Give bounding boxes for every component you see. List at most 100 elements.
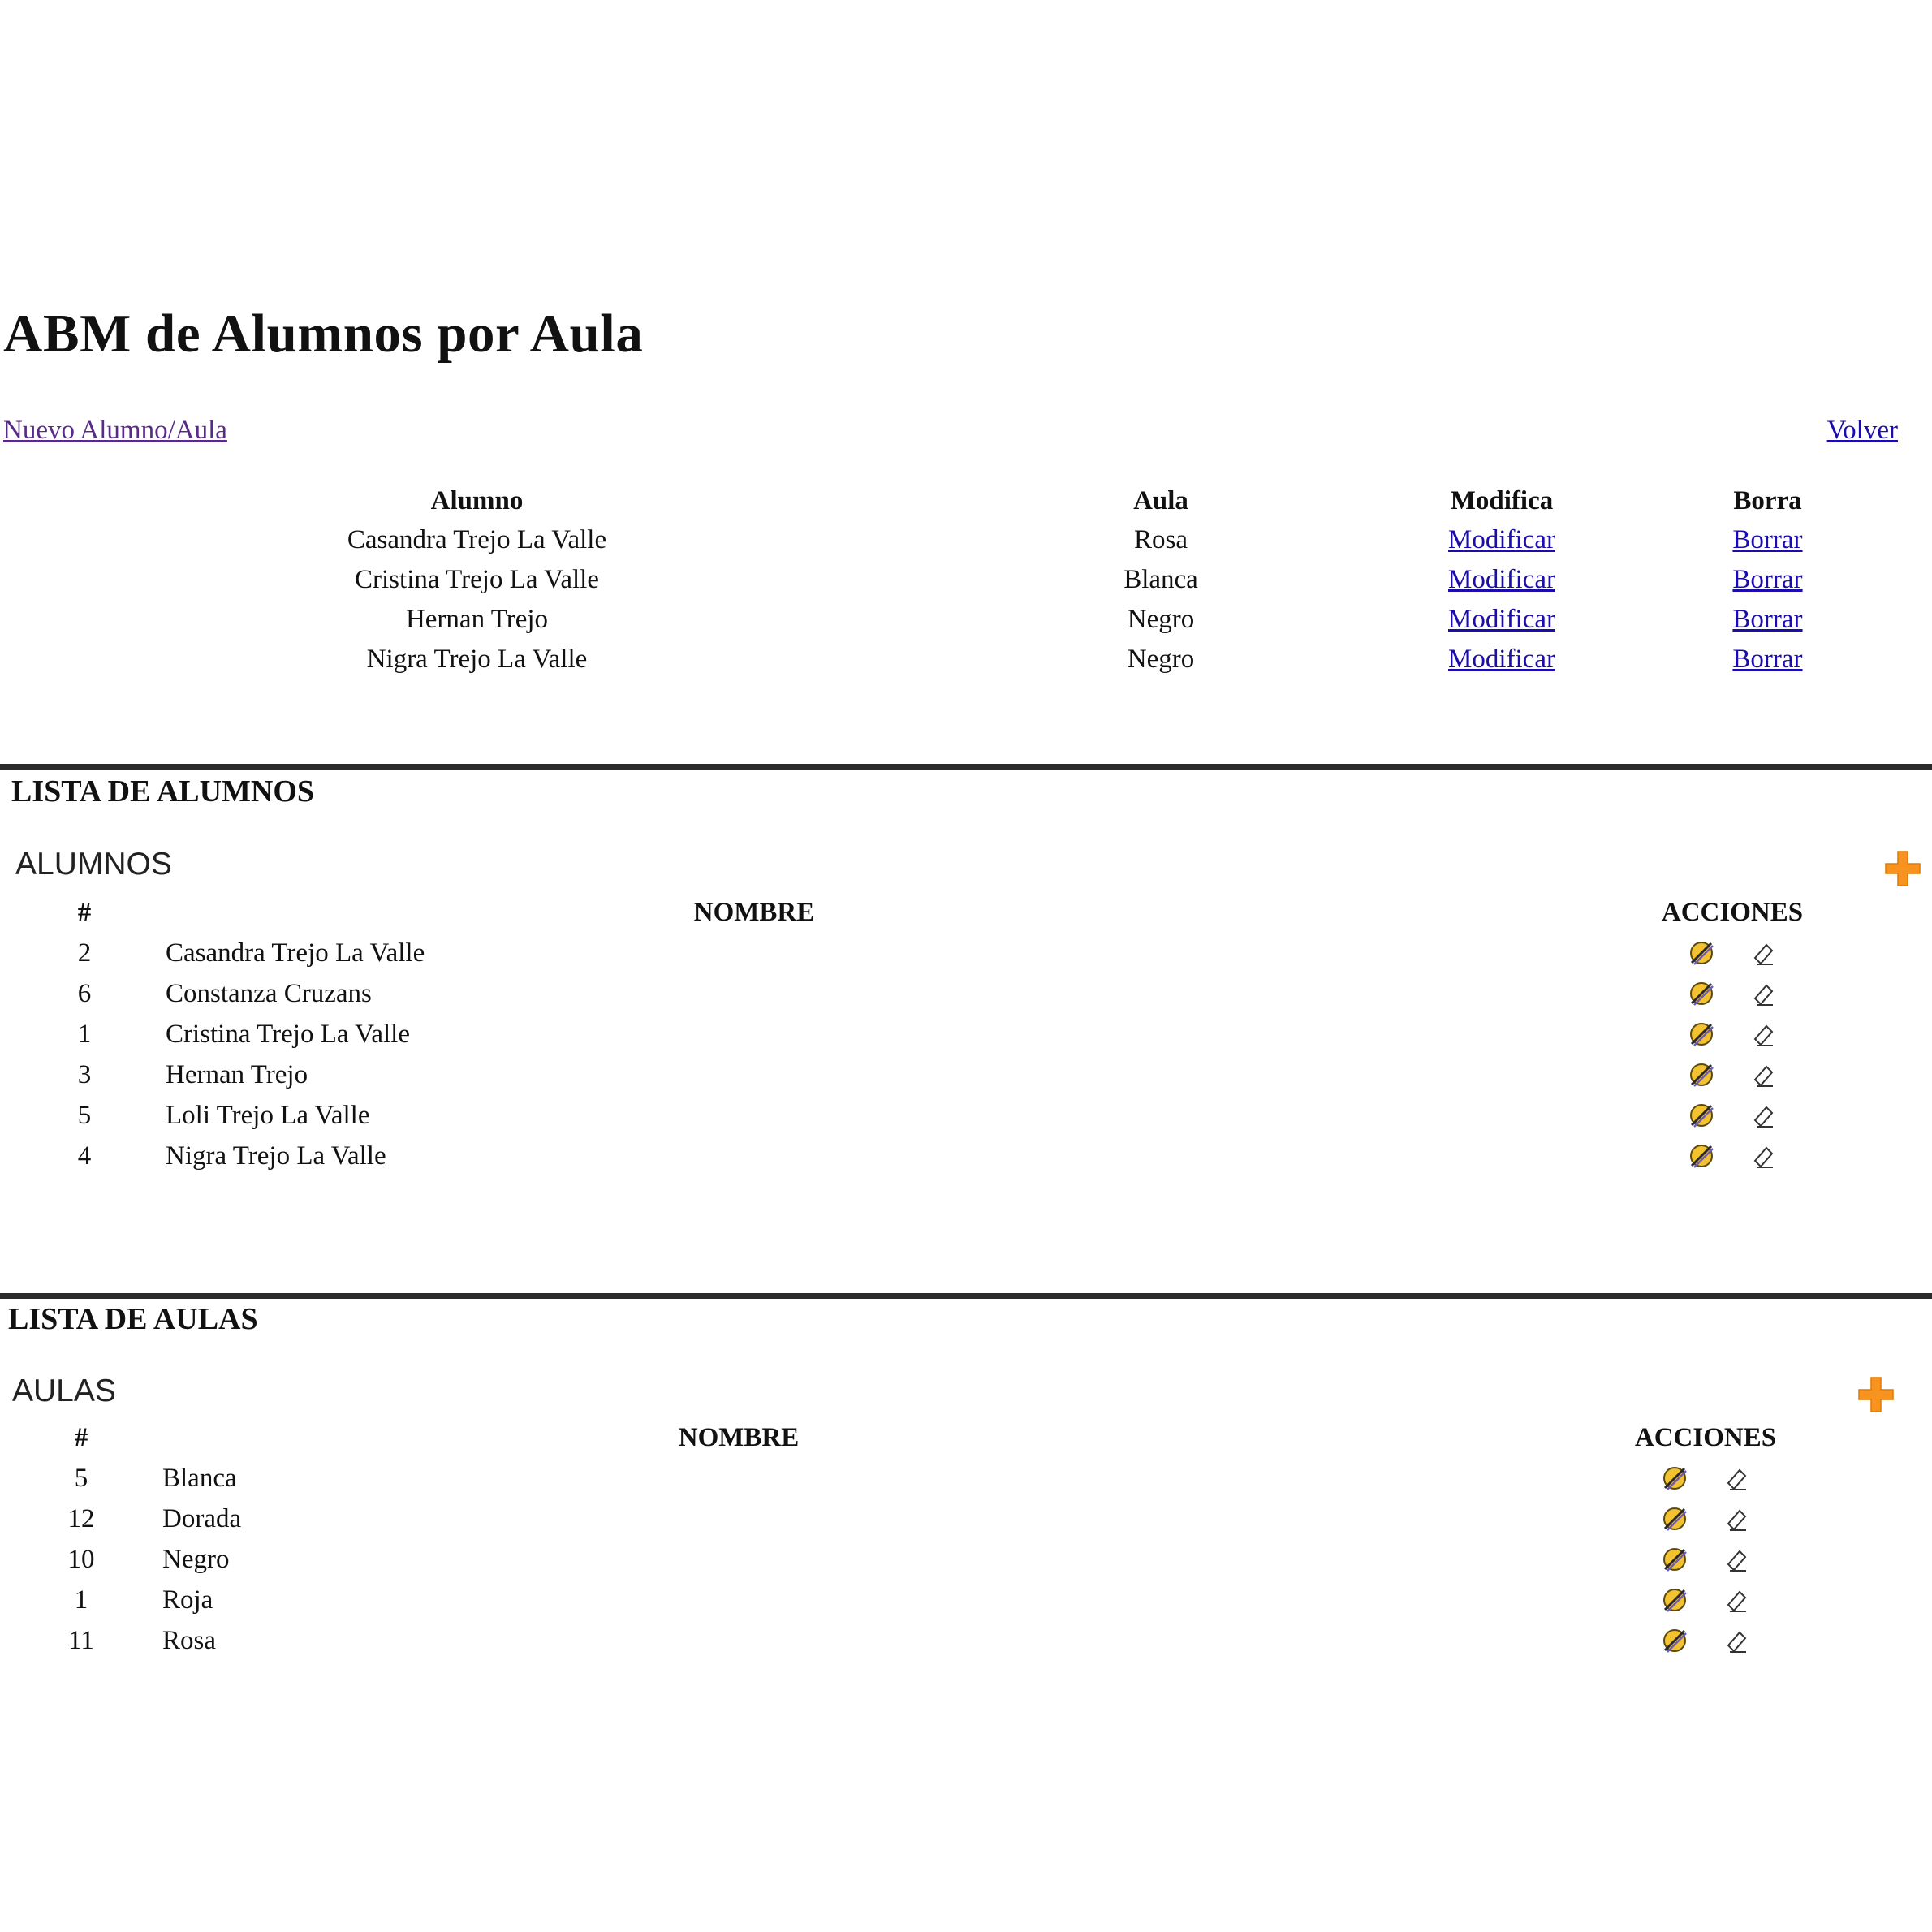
table-row: 12 Dorada: [24, 1499, 1812, 1539]
table-row: 5 Blanca: [24, 1458, 1812, 1499]
aula-cell: Blanca: [1123, 565, 1198, 594]
row-index: 11: [68, 1625, 94, 1655]
classrooms-panel-title: AULAS: [12, 1374, 116, 1408]
header-index: #: [74, 1422, 88, 1452]
students-header-row: # NOMBRE ACCIONES: [28, 892, 1838, 933]
alumno-cell: Cristina Trejo La Valle: [355, 565, 599, 594]
edit-button[interactable]: [1685, 937, 1718, 969]
eraser-icon: [1747, 1140, 1779, 1172]
row-index: 10: [67, 1544, 95, 1574]
edit-button[interactable]: [1685, 1018, 1718, 1050]
header-alumno: Alumno: [430, 485, 524, 515]
delete-button[interactable]: [1720, 1543, 1753, 1576]
row-index: 1: [74, 1585, 88, 1615]
eraser-icon: [1747, 1059, 1779, 1091]
delete-button[interactable]: [1720, 1503, 1753, 1535]
row-actions: [1599, 1539, 1812, 1580]
edit-button[interactable]: [1658, 1543, 1691, 1576]
modify-link[interactable]: Modificar: [1448, 525, 1555, 554]
edit-button[interactable]: [1685, 1140, 1718, 1172]
row-name: Rosa: [162, 1625, 216, 1655]
delete-link[interactable]: Borrar: [1732, 645, 1802, 674]
new-student-classroom-link[interactable]: Nuevo Alumno/Aula: [3, 416, 227, 446]
page-title: ABM de Alumnos por Aula: [3, 304, 644, 364]
edit-pencil-icon: [1658, 1503, 1691, 1535]
header-borra: Borra: [1733, 485, 1802, 515]
classrooms-header-row: # NOMBRE ACCIONES: [24, 1417, 1812, 1458]
delete-button[interactable]: [1747, 977, 1779, 1010]
alumno-cell: Casandra Trejo La Valle: [347, 525, 607, 554]
row-name: Casandra Trejo La Valle: [166, 938, 425, 968]
header-actions: ACCIONES: [1661, 897, 1804, 927]
edit-button[interactable]: [1685, 1099, 1718, 1132]
table-row: 11 Rosa: [24, 1620, 1812, 1661]
delete-button[interactable]: [1747, 1018, 1779, 1050]
students-panel-title: ALUMNOS: [15, 847, 172, 882]
classrooms-table: # NOMBRE ACCIONES 5 Blanca 12 Dorada 10 Negro…: [24, 1417, 1812, 1661]
delete-link[interactable]: Borrar: [1732, 605, 1802, 634]
row-index: 3: [77, 1059, 92, 1089]
eraser-icon: [1747, 977, 1779, 1010]
table-row: 2 Casandra Trejo La Valle: [28, 933, 1838, 973]
edit-pencil-icon: [1658, 1543, 1691, 1576]
eraser-icon: [1720, 1584, 1753, 1616]
row-name: Loli Trejo La Valle: [166, 1100, 370, 1130]
table-row: 10 Negro: [24, 1539, 1812, 1580]
table-row: 1 Cristina Trejo La Valle: [28, 1014, 1838, 1054]
edit-button[interactable]: [1685, 977, 1718, 1010]
row-name: Constanza Cruzans: [166, 978, 372, 1008]
modify-link[interactable]: Modificar: [1448, 565, 1555, 594]
eraser-icon: [1720, 1462, 1753, 1494]
table-row: Cristina Trejo La Valle Blanca Modificar…: [0, 560, 1900, 600]
delete-link[interactable]: Borrar: [1732, 525, 1802, 554]
edit-pencil-icon: [1658, 1624, 1691, 1657]
modify-link[interactable]: Modificar: [1448, 645, 1555, 674]
students-section-title: LISTA DE ALUMNOS: [11, 774, 315, 809]
section-divider: [0, 1293, 1932, 1299]
row-actions: [1627, 1054, 1838, 1095]
row-actions: [1599, 1620, 1812, 1661]
plus-icon: [1858, 1377, 1894, 1412]
table-row: 1 Roja: [24, 1580, 1812, 1620]
assignments-table: Alumno Aula Modifica Borra Casandra Trej…: [0, 481, 1900, 679]
add-classroom-button[interactable]: [1857, 1375, 1895, 1414]
row-actions: [1627, 1095, 1838, 1136]
plus-icon: [1885, 851, 1921, 886]
header-aula: Aula: [1133, 485, 1188, 515]
students-table: # NOMBRE ACCIONES 2 Casandra Trejo La Val…: [28, 892, 1838, 1176]
delete-button[interactable]: [1720, 1624, 1753, 1657]
delete-button[interactable]: [1747, 1140, 1779, 1172]
edit-pencil-icon: [1685, 1140, 1718, 1172]
edit-button[interactable]: [1658, 1584, 1691, 1616]
edit-button[interactable]: [1685, 1059, 1718, 1091]
table-row: Casandra Trejo La Valle Rosa Modificar B…: [0, 520, 1900, 560]
eraser-icon: [1747, 1018, 1779, 1050]
aula-cell: Rosa: [1134, 525, 1188, 554]
edit-pencil-icon: [1658, 1584, 1691, 1616]
edit-pencil-icon: [1685, 977, 1718, 1010]
eraser-icon: [1720, 1503, 1753, 1535]
row-index: 12: [67, 1503, 95, 1533]
delete-button[interactable]: [1747, 937, 1779, 969]
header-index: #: [77, 897, 92, 927]
edit-button[interactable]: [1658, 1503, 1691, 1535]
row-index: 5: [77, 1100, 92, 1130]
add-student-button[interactable]: [1883, 849, 1922, 888]
delete-button[interactable]: [1720, 1462, 1753, 1494]
edit-button[interactable]: [1658, 1462, 1691, 1494]
back-link[interactable]: Volver: [1827, 416, 1898, 446]
table-row: 6 Constanza Cruzans: [28, 973, 1838, 1014]
alumno-cell: Hernan Trejo: [405, 605, 549, 634]
table-row: 4 Nigra Trejo La Valle: [28, 1136, 1838, 1176]
edit-button[interactable]: [1658, 1624, 1691, 1657]
row-actions: [1627, 1014, 1838, 1054]
aula-cell: Negro: [1127, 605, 1195, 634]
modify-link[interactable]: Modificar: [1448, 605, 1555, 634]
delete-link[interactable]: Borrar: [1732, 565, 1802, 594]
delete-button[interactable]: [1747, 1059, 1779, 1091]
eraser-icon: [1720, 1624, 1753, 1657]
classrooms-section-title: LISTA DE AULAS: [8, 1302, 258, 1336]
delete-button[interactable]: [1720, 1584, 1753, 1616]
row-name: Hernan Trejo: [166, 1059, 308, 1089]
delete-button[interactable]: [1747, 1099, 1779, 1132]
